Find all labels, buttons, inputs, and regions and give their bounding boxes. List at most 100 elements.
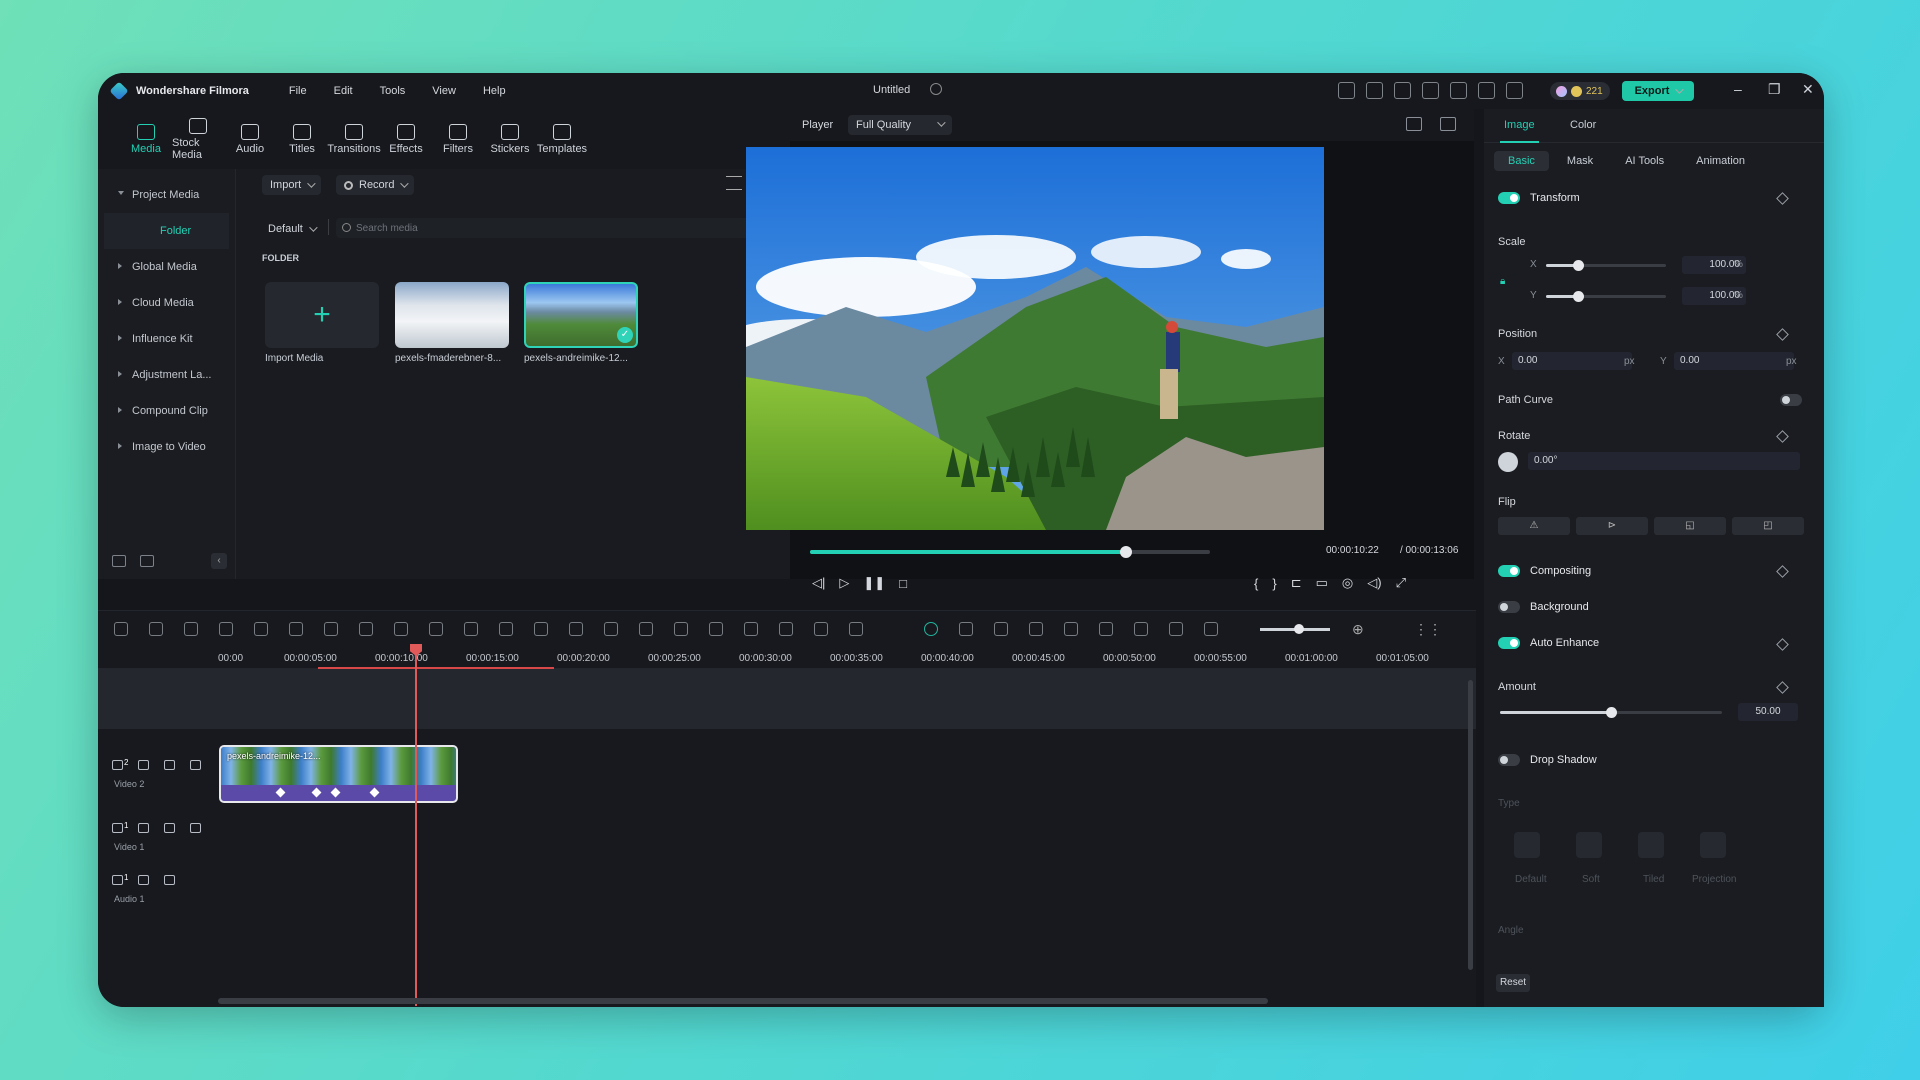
tab-audio[interactable]: Audio [224,109,276,169]
quality-dropdown[interactable]: Full Quality [848,115,952,135]
render-icon[interactable] [924,622,938,636]
credits-badge[interactable]: 221 [1550,82,1610,100]
feedback-icon[interactable] [1366,82,1383,99]
tab-media[interactable]: Media [120,109,172,169]
import-button[interactable]: Import [262,175,322,195]
more-tools-icon[interactable] [849,622,863,636]
keyframe-tool-icon[interactable] [814,622,828,636]
layout-icon[interactable] [114,622,128,636]
tab-transitions[interactable]: Transitions [327,109,381,169]
menu-view[interactable]: View [432,85,456,97]
eye-icon[interactable] [190,760,201,770]
sidebar-item-influence-kit[interactable]: Influence Kit [98,321,235,357]
rotate-dial[interactable] [1498,452,1518,472]
apps-icon[interactable] [1506,82,1523,99]
position-y-field[interactable]: 0.00 [1674,352,1794,370]
delete-icon[interactable] [254,622,268,636]
tab-effects[interactable]: Effects [380,109,432,169]
compositing-section[interactable]: Compositing [1498,565,1591,577]
replace-icon[interactable] [1169,622,1183,636]
zoom-slider[interactable] [1260,624,1330,634]
shield-icon[interactable] [1029,622,1043,636]
reset-button[interactable]: Reset [1496,974,1530,992]
eye-icon[interactable] [190,823,201,833]
zoom-out-icon[interactable] [1204,622,1218,636]
media-thumbnail[interactable] [395,282,509,348]
restore-icon[interactable]: ❐ [1768,81,1781,98]
tab-color[interactable]: Color [1570,119,1596,131]
rotate-field[interactable]: 0.00° [1528,452,1800,470]
image-icon[interactable] [1440,117,1456,131]
volume-icon[interactable] [164,760,175,770]
minimize-icon[interactable]: – [1734,81,1742,97]
menu-tools[interactable]: Tools [380,85,406,97]
menu-file[interactable]: File [289,85,307,97]
color-icon[interactable] [394,622,408,636]
scale-x-slider[interactable] [1546,260,1666,271]
cloud-icon[interactable] [1450,82,1467,99]
auto-enhance-section[interactable]: Auto Enhance [1498,637,1599,649]
shadow-type-projection[interactable] [1700,832,1726,858]
volume-icon[interactable] [164,823,175,833]
sidebar-item-folder[interactable]: Folder [104,213,229,249]
timeline-ruler[interactable]: 00:00 00:00:05:00 00:00:10:00 00:00:15:0… [98,647,1476,669]
crop-icon[interactable] [324,622,338,636]
ai-icon[interactable] [779,622,793,636]
lock-icon[interactable] [138,875,149,885]
group-icon[interactable] [604,622,618,636]
slider-knob[interactable] [1573,260,1584,271]
freeze-icon[interactable] [464,622,478,636]
tab-image[interactable]: Image [1500,119,1539,143]
speed-icon[interactable] [429,622,443,636]
amount-slider[interactable] [1500,707,1722,718]
camera-icon[interactable] [959,622,973,636]
tab-stickers[interactable]: Stickers [484,109,536,169]
save-icon[interactable] [1422,82,1439,99]
transform-toggle[interactable] [1498,192,1520,204]
new-folder-icon[interactable] [112,555,126,567]
search-input[interactable]: Search media [336,218,772,238]
marker-icon[interactable]: ⊏ [1291,575,1302,591]
transform-icon[interactable] [674,622,688,636]
export-button[interactable]: Export [1622,81,1694,101]
pip-icon[interactable] [1134,622,1148,636]
headset-icon[interactable] [1478,82,1495,99]
stabilize-icon[interactable] [569,622,583,636]
horizontal-scrollbar[interactable] [218,998,1268,1004]
pause-icon[interactable]: ❚❚ [863,575,885,591]
lock-icon[interactable] [138,760,149,770]
import-media-card[interactable]: + [265,282,379,348]
zoom-icon[interactable] [359,622,373,636]
record-button[interactable]: Record [336,175,415,195]
close-icon[interactable]: ✕ [1802,81,1814,98]
rotate-left-button[interactable]: ◱ [1654,517,1726,535]
background-toggle[interactable] [1498,601,1520,613]
tab-templates[interactable]: Templates [536,109,588,169]
undo-icon[interactable] [184,622,198,636]
subtitle-icon[interactable] [709,622,723,636]
tab-stock-media[interactable]: Stock Media [172,109,224,169]
mask-icon[interactable] [499,622,513,636]
zoom-in-icon[interactable]: ⊕ [1352,621,1364,638]
fullscreen-icon[interactable]: ⤢ [1396,575,1406,591]
display-icon[interactable]: ▭ [1316,575,1328,591]
video-preview[interactable] [746,147,1324,530]
playhead[interactable] [415,644,417,1006]
tab-titles[interactable]: Titles [276,109,328,169]
lock-icon[interactable] [138,823,149,833]
subtab-basic[interactable]: Basic [1494,151,1549,171]
select-icon[interactable] [149,622,163,636]
send-icon[interactable] [1338,82,1355,99]
flip-vertical-button[interactable]: ⊳ [1576,517,1648,535]
transform-section[interactable]: Transform [1498,192,1580,204]
folder-icon[interactable] [140,555,154,567]
keyframe-marker[interactable] [311,787,322,798]
play-icon[interactable]: ▷ [839,575,849,591]
scale-y-slider[interactable] [1546,291,1666,302]
layout-icon[interactable] [1394,82,1411,99]
drop-shadow-section[interactable]: Drop Shadow [1498,754,1597,766]
sidebar-item-cloud-media[interactable]: Cloud Media [98,285,235,321]
cut-icon[interactable] [289,622,303,636]
subtab-mask[interactable]: Mask [1553,151,1607,171]
mark-out-icon[interactable]: } [1272,576,1276,591]
